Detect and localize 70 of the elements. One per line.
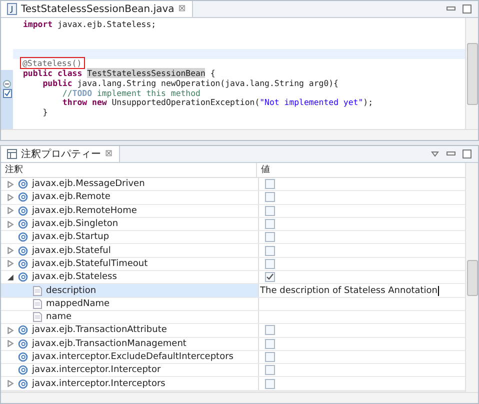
checkbox[interactable] xyxy=(265,272,275,282)
tree-item[interactable]: javax.ejb.Remote xyxy=(1,191,259,204)
at-sign-icon xyxy=(18,378,28,389)
at-sign-icon xyxy=(18,179,28,190)
checkbox[interactable] xyxy=(265,246,275,256)
fold-icon[interactable] xyxy=(3,80,11,88)
at-sign-icon xyxy=(18,325,28,336)
checkbox[interactable] xyxy=(265,352,275,362)
tree-item[interactable]: javax.ejb.Startup xyxy=(1,231,259,244)
at-sign-icon xyxy=(18,232,28,242)
checkbox[interactable] xyxy=(265,219,275,230)
editor-tab[interactable]: TestStatelessSessionBean.java ⊠ xyxy=(1,1,193,17)
java-file-icon xyxy=(7,3,17,15)
tree-item[interactable]: description xyxy=(1,284,259,297)
value-field[interactable]: The description of Stateless Annotation xyxy=(259,286,438,296)
tree-item[interactable]: javax.interceptor.Interceptor xyxy=(1,364,259,376)
tree-item[interactable]: javax.ejb.TransactionAttribute xyxy=(1,324,259,337)
tree-item[interactable]: javax.ejb.MessageDriven xyxy=(1,178,259,190)
at-sign-icon xyxy=(18,365,28,376)
tree-item[interactable]: javax.ejb.Stateless xyxy=(1,271,259,284)
at-sign-icon xyxy=(18,352,28,362)
tree-item[interactable]: name xyxy=(1,310,259,324)
checkbox[interactable] xyxy=(265,378,275,389)
code-line: public class TestStatelessSessionBean { xyxy=(23,68,216,78)
checkbox[interactable] xyxy=(265,365,275,376)
close-icon[interactable]: ⊠ xyxy=(105,149,113,159)
vertical-scrollbar[interactable] xyxy=(465,163,478,392)
checkbox[interactable] xyxy=(265,206,275,216)
tree-item[interactable]: javax.ejb.RemoteHome xyxy=(1,204,259,217)
checkbox[interactable] xyxy=(265,338,275,349)
tree-item[interactable]: javax.ejb.TransactionManagement xyxy=(1,338,259,350)
maximize-icon[interactable] xyxy=(462,4,472,14)
checkbox[interactable] xyxy=(265,192,275,202)
code-line: throw new UnsupportedOperationException("Not implemented yet"); xyxy=(61,97,373,108)
horizontal-scrollbar[interactable] xyxy=(1,392,478,403)
code-line: public java.lang.String newOperation(java.lang.String arg0){ xyxy=(42,78,338,88)
code-line: //TODO implement this method xyxy=(62,88,200,98)
tree-item[interactable]: javax.ejb.Stateful xyxy=(1,244,259,257)
view-menu-icon[interactable] xyxy=(430,149,440,159)
at-sign-icon xyxy=(18,246,28,256)
document-icon xyxy=(33,286,42,296)
at-sign-icon xyxy=(18,219,28,230)
checkbox[interactable] xyxy=(265,179,275,190)
at-sign-icon xyxy=(18,206,28,216)
checkbox[interactable] xyxy=(265,258,275,269)
tree-item[interactable]: javax.ejb.Singleton xyxy=(1,218,259,230)
panel-tab[interactable]: 注釈プロパティー ⊠ xyxy=(1,146,120,162)
checkbox[interactable] xyxy=(265,325,275,336)
close-icon[interactable]: ⊠ xyxy=(178,4,186,14)
document-icon xyxy=(33,298,42,309)
at-sign-icon xyxy=(18,272,28,282)
tree-item[interactable]: mappedName xyxy=(1,298,259,310)
tab-title: TestStatelessSessionBean.java xyxy=(21,4,174,14)
at-sign-icon xyxy=(18,258,28,269)
column-header[interactable]: 注釈 xyxy=(1,163,257,177)
checkbox[interactable] xyxy=(265,232,275,242)
horizontal-scrollbar[interactable] xyxy=(1,129,478,140)
document-icon xyxy=(33,312,42,322)
at-sign-icon xyxy=(18,338,28,349)
tab-title: 注釈プロパティー xyxy=(21,148,101,161)
code-line: } xyxy=(42,107,48,118)
column-header[interactable]: 値 xyxy=(257,163,465,177)
tree-item[interactable]: javax.interceptor.Interceptors xyxy=(1,377,259,390)
tree-item[interactable]: javax.interceptor.ExcludeDefaultInterceptors xyxy=(1,350,259,364)
tree-item[interactable]: javax.ejb.StatefulTimeout xyxy=(1,258,259,270)
code-line: import javax.ejb.Stateless; xyxy=(23,19,156,29)
at-sign-icon xyxy=(18,192,28,202)
table-icon xyxy=(7,149,17,159)
vertical-scrollbar[interactable] xyxy=(465,18,478,129)
maximize-icon[interactable] xyxy=(462,149,472,159)
